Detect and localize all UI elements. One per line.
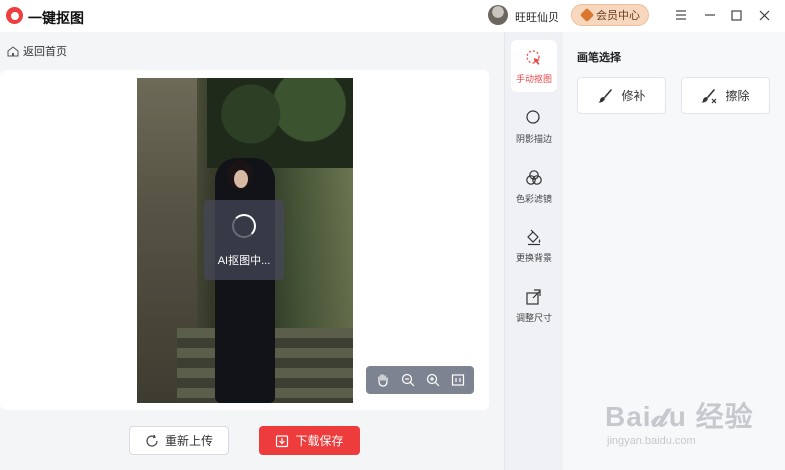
spinner-icon (232, 214, 256, 238)
tool-change-background[interactable]: 更换背景 (511, 219, 557, 271)
home-icon (7, 45, 19, 56)
tool-shadow-stroke[interactable]: 阴影描边 (511, 100, 557, 152)
fit-icon[interactable] (449, 371, 467, 389)
zoom-toolbar (366, 366, 474, 394)
brush-erase-icon (701, 88, 717, 103)
tool-label: 色彩滤镜 (515, 194, 552, 204)
tool-color-filter[interactable]: 色彩滤镜 (511, 160, 557, 212)
tool-label: 手动抠图 (515, 74, 552, 84)
repair-label: 修补 (621, 89, 646, 103)
vip-label: 会员中心 (596, 10, 640, 22)
zoom-in-icon[interactable] (424, 371, 442, 389)
refresh-icon (146, 434, 158, 447)
maximize-icon[interactable] (727, 6, 745, 24)
zoom-out-icon[interactable] (399, 371, 417, 389)
watermark-main: Bai𝓭u 经验 (605, 401, 754, 432)
tool-manual-cutout[interactable]: 手动抠图 (511, 40, 557, 92)
avatar[interactable] (488, 5, 508, 25)
tool-label: 调整尺寸 (515, 313, 552, 323)
title-bar: 一键抠图 旺旺仙贝 会员中心 (0, 0, 785, 32)
baidu-watermark: Bai𝓭u 经验 jingyan.baidu.com (605, 395, 780, 455)
panel-title: 画笔选择 (577, 52, 621, 64)
back-home-label: 返回首页 (23, 46, 67, 58)
vip-center-button[interactable]: 会员中心 (571, 4, 649, 26)
back-home-link[interactable]: 返回首页 (7, 43, 67, 59)
download-icon (276, 434, 289, 447)
close-icon[interactable] (755, 6, 773, 24)
color-circles-icon (524, 168, 544, 188)
reupload-button[interactable]: 重新上传 (129, 426, 229, 455)
repair-brush-button[interactable]: 修补 (577, 77, 666, 114)
loading-text: AI抠图中... (217, 255, 271, 267)
app-logo-icon (6, 7, 23, 24)
reupload-label: 重新上传 (164, 434, 213, 448)
shadow-circle-icon (524, 108, 544, 128)
download-save-button[interactable]: 下载保存 (259, 426, 360, 455)
brush-repair-icon (598, 88, 613, 103)
tool-rail: 手动抠图 阴影描边 色彩滤镜 更换背景 调整尺寸 (504, 32, 563, 470)
main-area: 返回首页 AI抠图中... 重新上传 下载保存 (0, 32, 504, 470)
menu-icon[interactable] (672, 6, 690, 24)
resize-icon (524, 287, 544, 307)
tool-label: 更换背景 (515, 253, 552, 263)
paint-bucket-icon (524, 227, 544, 247)
app-title: 一键抠图 (28, 10, 84, 26)
erase-brush-button[interactable]: 擦除 (681, 77, 770, 114)
erase-label: 擦除 (725, 89, 750, 103)
gem-icon (579, 7, 595, 23)
tool-label: 阴影描边 (515, 134, 552, 144)
minimize-icon[interactable] (701, 6, 719, 24)
cursor-click-icon (524, 48, 544, 68)
download-label: 下载保存 (295, 434, 344, 448)
hand-icon[interactable] (374, 371, 392, 389)
loading-overlay: AI抠图中... (204, 200, 284, 280)
username[interactable]: 旺旺仙贝 (515, 9, 559, 25)
watermark-sub: jingyan.baidu.com (607, 435, 696, 447)
tool-resize[interactable]: 调整尺寸 (511, 279, 557, 331)
